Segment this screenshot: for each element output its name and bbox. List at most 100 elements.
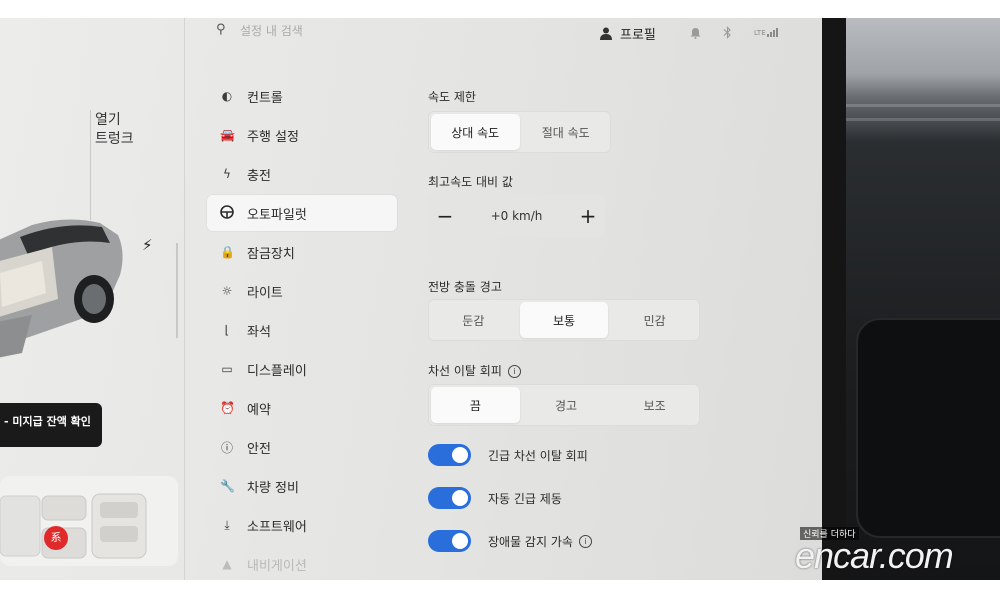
menu-item-controls[interactable]: ◐ 컨트롤	[207, 78, 397, 114]
emergency-lane-departure-row: 긴급 차선 이탈 회피	[428, 444, 588, 466]
menu-item-label: 예약	[247, 402, 271, 418]
auto-emergency-braking-row: 자동 긴급 제동	[428, 487, 562, 509]
menu-item-service[interactable]: 🔧 차량 정비	[207, 468, 397, 504]
lane-departure-assist-option[interactable]: 보조	[610, 385, 699, 425]
menu-item-label: 라이트	[247, 285, 283, 301]
auto-emergency-braking-toggle[interactable]	[428, 487, 471, 509]
decrease-button[interactable]: −	[428, 204, 462, 228]
lte-label: LTE	[754, 29, 766, 37]
forward-collision-selector: 둔감 보통 민감	[428, 299, 700, 341]
emergency-lane-departure-toggle[interactable]	[428, 444, 471, 466]
wrench-icon: 🔧	[220, 479, 235, 493]
menu-item-label: 컨트롤	[247, 90, 283, 106]
profile-icon	[600, 27, 612, 40]
menu-item-label: 소프트웨어	[247, 519, 307, 535]
open-trunk-button[interactable]: 열기 트렁크	[95, 111, 134, 149]
menu-item-schedule[interactable]: ⏰ 예약	[207, 390, 397, 426]
menu-item-label: 주행 설정	[247, 129, 299, 145]
bell-icon[interactable]	[690, 27, 701, 39]
speed-limit-relative-option[interactable]: 상대 속도	[431, 114, 520, 150]
lane-departure-selector: 끔 경고 보조	[428, 384, 700, 426]
toggle-knob	[452, 490, 468, 506]
unpaid-balance-notice[interactable]: - 미지급 잔액 확인	[0, 403, 102, 447]
steering-wheel-icon	[220, 204, 234, 222]
menu-item-locks[interactable]: 🔒 잠금장치	[207, 234, 397, 270]
info-icon[interactable]: i	[578, 534, 592, 548]
car-icon: 🚘	[220, 128, 235, 142]
car-dashboard-background	[846, 18, 1000, 580]
toggle-label: 자동 긴급 제동	[488, 491, 562, 506]
lane-departure-title: 차선 이탈 회피 i	[428, 362, 521, 379]
info-icon[interactable]: i	[507, 365, 521, 378]
lightning-icon: ϟ	[223, 167, 231, 181]
display-icon: ▭	[221, 362, 233, 376]
seatbelt-alert-icon: 系	[44, 526, 68, 550]
lane-departure-label: 차선 이탈 회피	[428, 364, 502, 378]
speed-limit-selector: 상대 속도 절대 속도	[428, 111, 611, 153]
toggle-icon: ◐	[221, 89, 233, 103]
car-3d-view	[0, 219, 123, 358]
toggle-knob	[452, 447, 468, 463]
watermark-logo: encar.com	[795, 535, 954, 576]
seat-icon: ⌊	[224, 323, 230, 337]
speed-limit-title: 속도 제한	[428, 90, 476, 104]
open-label: 열기	[95, 112, 121, 128]
speed-offset-stepper: − +0 km/h +	[428, 194, 605, 237]
forward-collision-title: 전방 충돌 경고	[428, 280, 502, 294]
menu-item-label: 잠금장치	[247, 246, 295, 262]
speed-offset-value: +0 km/h	[490, 208, 543, 223]
lock-icon: 🔒	[220, 245, 235, 259]
collision-early-option[interactable]: 민감	[610, 300, 699, 340]
obstacle-aware-acceleration-toggle[interactable]	[428, 530, 471, 552]
menu-item-lights[interactable]: ☼ 라이트	[207, 273, 397, 309]
menu-item-label: 차량 정비	[247, 480, 299, 496]
alarm-clock-icon: ⏰	[220, 401, 235, 415]
menu-item-label: 내비게이션	[247, 558, 307, 574]
dashboard-panel	[856, 318, 1000, 538]
toggle-knob	[452, 533, 468, 549]
settings-menu: ◐ 컨트롤 🚘 주행 설정 ϟ 충전 오토파일럿 🔒 잠금장치 ☼ 라이트 ⌊ …	[207, 78, 397, 580]
menu-item-label: 좌석	[247, 324, 271, 340]
navigation-icon: ▲	[222, 557, 232, 571]
menu-item-seats[interactable]: ⌊ 좌석	[207, 312, 397, 348]
speed-offset-title: 최고속도 대비 값	[428, 175, 513, 189]
toast-text: - 미지급 잔액 확인	[4, 415, 91, 428]
menu-item-label: 안전	[247, 441, 271, 457]
charging-bolt-icon[interactable]: ⚡	[142, 236, 153, 254]
increase-button[interactable]: +	[571, 204, 605, 228]
alert-circle-icon: ⓘ	[220, 440, 233, 455]
menu-item-navigation[interactable]: ▲ 내비게이션	[207, 546, 397, 580]
panel-divider	[176, 243, 178, 338]
lane-departure-warning-option[interactable]: 경고	[522, 385, 611, 425]
lte-signal-icon: LTE	[754, 28, 778, 37]
toggle-label: 긴급 차선 이탈 회피	[488, 448, 588, 463]
menu-item-label: 오토파일럿	[247, 207, 307, 223]
speed-limit-absolute-option[interactable]: 절대 속도	[522, 112, 611, 152]
menu-item-label: 디스플레이	[247, 363, 307, 379]
screen-bezel	[822, 18, 846, 580]
vehicle-touchscreen: 열기 트렁크 ⚡ - 미지급 잔액 확인 系 ⚲ 설정 내 검색 프로필 LTE…	[0, 18, 822, 580]
settings-search-input[interactable]	[240, 20, 440, 42]
obstacle-aware-acceleration-row: 장애물 감지 가속 i	[428, 530, 592, 552]
collision-medium-option[interactable]: 보통	[519, 302, 609, 338]
menu-item-safety[interactable]: ⓘ 안전	[207, 429, 397, 465]
profile-label: 프로필	[620, 28, 656, 43]
toggle-label: 장애물 감지 가속	[488, 534, 573, 549]
trunk-label: 트렁크	[95, 131, 134, 147]
menu-item-label: 충전	[247, 168, 271, 184]
car-status-panel: 열기 트렁크 ⚡ - 미지급 잔액 확인 系	[0, 18, 185, 580]
collision-late-option[interactable]: 둔감	[429, 300, 518, 340]
car-top-view	[0, 476, 178, 566]
menu-item-display[interactable]: ▭ 디스플레이	[207, 351, 397, 387]
menu-item-software[interactable]: ⤓ 소프트웨어	[207, 507, 397, 543]
profile-button[interactable]: 프로필	[600, 24, 656, 43]
bluetooth-icon[interactable]	[723, 26, 732, 39]
lane-departure-off-option[interactable]: 끔	[431, 387, 520, 423]
status-bar: LTE	[690, 26, 778, 39]
menu-item-charging[interactable]: ϟ 충전	[207, 156, 397, 192]
download-icon: ⤓	[224, 517, 230, 532]
light-icon: ☼	[221, 284, 233, 298]
menu-item-autopilot[interactable]: 오토파일럿	[207, 195, 397, 231]
menu-item-driving[interactable]: 🚘 주행 설정	[207, 117, 397, 153]
search-icon[interactable]: ⚲	[216, 22, 226, 37]
